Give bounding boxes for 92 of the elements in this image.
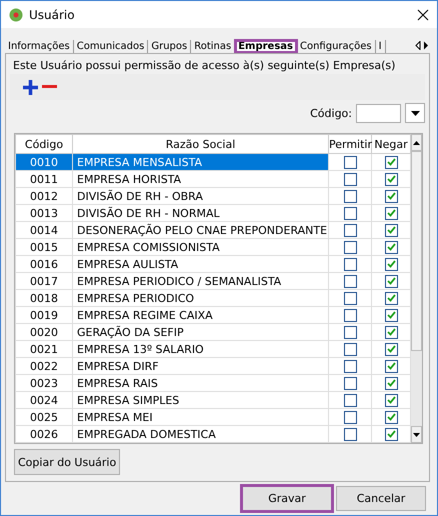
allow-checkbox[interactable] <box>344 292 356 305</box>
plus-icon[interactable] <box>23 80 38 94</box>
window-title: Usuário <box>29 8 76 22</box>
code-cell: 0013 <box>16 204 72 222</box>
name-cell: EMPRESA RAIS <box>72 374 328 392</box>
code-cell: 0022 <box>16 358 72 374</box>
code-cell: 0021 <box>16 340 72 358</box>
name-cell: EMPRESA PERIODICO / SEMANALISTA <box>72 272 328 290</box>
deny-checkbox[interactable] <box>384 376 398 390</box>
name-cell: DIVISÃO DE RH - NORMAL <box>72 204 328 222</box>
dialog-button[interactable]: Cancelar <box>336 486 426 511</box>
allow-checkbox[interactable] <box>344 308 356 322</box>
caret-icon <box>410 110 420 116</box>
deny-checkbox[interactable] <box>384 428 398 441</box>
name-cell: EMPRESA PERIODICO <box>72 290 328 306</box>
code-cell: 0019 <box>16 306 72 324</box>
deny-checkbox[interactable] <box>384 292 398 305</box>
name-cell: EMPRESA AULISTA <box>72 256 328 272</box>
deny-checkbox[interactable] <box>384 156 398 169</box>
tab[interactable]: Empresas <box>235 40 297 53</box>
dropdown-button[interactable] <box>405 103 425 123</box>
name-cell: EMPRESA MEI <box>72 408 328 426</box>
scroll-thumb[interactable] <box>411 151 422 351</box>
allow-checkbox[interactable] <box>344 428 356 441</box>
code-cell: 0017 <box>16 272 72 290</box>
allow-checkbox[interactable] <box>344 206 356 220</box>
copy-user-button[interactable]: Copiar do Usuário <box>14 449 120 475</box>
allow-checkbox[interactable] <box>344 258 356 271</box>
allow-checkbox[interactable] <box>344 326 356 339</box>
name-cell: EMPRESA 13º SALARIO <box>72 340 328 358</box>
code-cell: 0023 <box>16 374 72 392</box>
column-header[interactable]: Negar <box>372 134 410 154</box>
column-header[interactable]: Código <box>16 134 72 154</box>
allow-checkbox[interactable] <box>344 360 356 373</box>
deny-checkbox[interactable] <box>384 224 398 237</box>
right-arrow-icon[interactable] <box>423 41 429 50</box>
allow-checkbox[interactable] <box>344 394 356 407</box>
deny-checkbox[interactable] <box>384 410 398 424</box>
code-cell: 0026 <box>16 426 72 442</box>
minus-icon[interactable] <box>42 85 57 89</box>
allow-checkbox[interactable] <box>344 190 356 203</box>
code-cell: 0018 <box>16 290 72 306</box>
code-cell: 0020 <box>16 324 72 340</box>
allow-checkbox[interactable] <box>344 240 356 254</box>
deny-checkbox[interactable] <box>384 326 398 339</box>
allow-checkbox[interactable] <box>344 274 356 288</box>
allow-checkbox[interactable] <box>344 172 356 186</box>
deny-checkbox[interactable] <box>384 394 398 407</box>
dialog-button[interactable]: Gravar <box>242 486 332 511</box>
name-cell: EMPREGADA DOMESTICA <box>72 426 328 442</box>
name-cell: DESONERAÇÃO PELO CNAE PREPONDERANTE <box>72 222 328 238</box>
deny-checkbox[interactable] <box>384 274 398 288</box>
scrollbar[interactable] <box>411 134 422 443</box>
name-cell: EMPRESA MENSALISTA <box>72 154 328 170</box>
name-cell: EMPRESA HORISTA <box>72 170 328 188</box>
code-cell: 0012 <box>16 188 72 204</box>
allow-checkbox[interactable] <box>344 410 356 424</box>
deny-checkbox[interactable] <box>384 240 398 254</box>
name-cell: DIVISÃO DE RH - OBRA <box>72 188 328 204</box>
allow-checkbox[interactable] <box>344 342 356 356</box>
deny-checkbox[interactable] <box>384 360 398 373</box>
code-input[interactable] <box>356 104 401 122</box>
name-cell: EMPRESA DIRF <box>72 358 328 374</box>
deny-checkbox[interactable] <box>384 190 398 203</box>
code-label: Código: <box>310 106 352 120</box>
code-cell: 0011 <box>16 170 72 188</box>
description-text: Este Usuário possui permissão de acesso à(s) seguinte(s) Empresa(s) <box>12 59 396 72</box>
deny-checkbox[interactable] <box>384 342 398 356</box>
code-cell: 0010 <box>16 154 72 170</box>
code-cell: 0025 <box>16 408 72 426</box>
code-cell: 0015 <box>16 238 72 256</box>
column-header[interactable]: Permitir <box>328 134 372 154</box>
deny-checkbox[interactable] <box>384 308 398 322</box>
name-cell: EMPRESA SIMPLES <box>72 392 328 408</box>
name-cell: EMPRESA COMISSIONISTA <box>72 238 328 256</box>
deny-checkbox[interactable] <box>384 206 398 220</box>
allow-checkbox[interactable] <box>344 156 356 169</box>
code-cell: 0014 <box>16 222 72 238</box>
app-globe-icon <box>9 8 23 22</box>
code-cell: 0024 <box>16 392 72 408</box>
deny-checkbox[interactable] <box>384 172 398 186</box>
close-icon[interactable] <box>417 8 429 20</box>
up-arrow-icon[interactable] <box>413 140 420 144</box>
down-arrow-icon[interactable] <box>413 432 420 436</box>
name-cell: GERAÇÃO DA SEFIP <box>72 324 328 340</box>
allow-checkbox[interactable] <box>344 224 356 237</box>
deny-checkbox[interactable] <box>384 258 398 271</box>
name-cell: EMPRESA REGIME CAIXA <box>72 306 328 324</box>
column-header[interactable]: Razão Social <box>72 134 328 154</box>
left-arrow-icon[interactable] <box>415 41 421 50</box>
code-cell: 0016 <box>16 256 72 272</box>
allow-checkbox[interactable] <box>344 376 356 390</box>
